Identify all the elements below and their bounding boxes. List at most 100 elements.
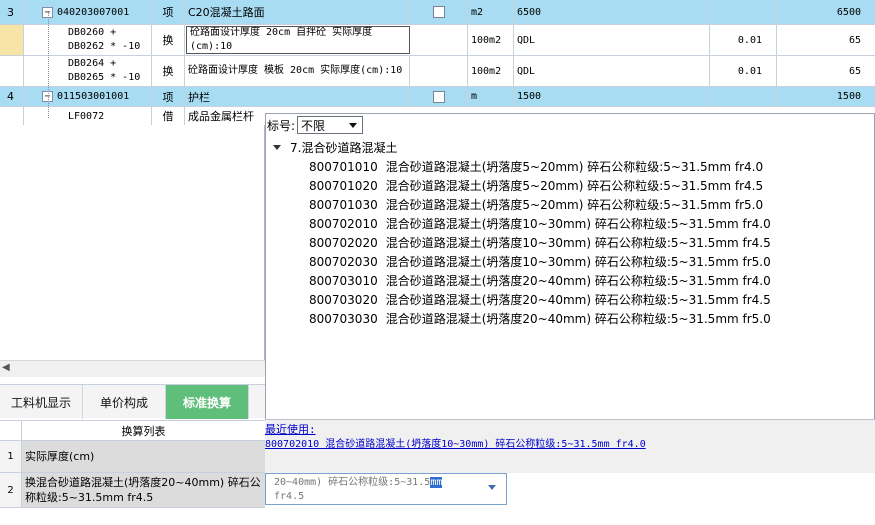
item-qty[interactable]: QDL <box>514 56 710 86</box>
item-name: 混合砂道路混凝土(坍落度10~30mm) 碎石公称粒级:5~31.5mm fr4… <box>385 236 771 250</box>
tab-material-display[interactable]: 工料机显示 <box>0 385 83 419</box>
item-desc[interactable]: 砼路面设计厚度 模板 20cm 实际厚度(cm):10 <box>185 56 410 86</box>
item-type: 借 <box>152 107 185 125</box>
tree-group[interactable]: 7.混合砂道路混凝土 <box>266 138 874 157</box>
item-name: 混合砂道路混凝土(坍落度5~20mm) 碎石公称粒级:5~31.5mm fr5.… <box>385 198 764 212</box>
tree-line <box>48 12 49 118</box>
item-amount: 1500 <box>836 91 861 102</box>
item-unit: 100m2 <box>468 56 514 86</box>
item-desc[interactable]: C20混凝土路面 <box>185 0 410 24</box>
chevron-down-icon[interactable] <box>488 485 496 490</box>
item-desc[interactable]: 砼路面设计厚度 20cm 自拌砼 实际厚度(cm):10 <box>186 26 410 54</box>
item-code: 800701010 <box>309 159 378 174</box>
item-name: 混合砂道路混凝土(坍落度5~20mm) 碎石公称粒级:5~31.5mm fr4.… <box>385 160 764 174</box>
edit-text-line2: fr4.5 <box>274 491 305 502</box>
item-rate[interactable]: 0.01 <box>710 56 777 86</box>
list-item[interactable]: 800701010 混合砂道路混凝土(坍落度5~20mm) 碎石公称粒级:5~31… <box>266 157 874 176</box>
table-row[interactable]: 2 换混合砂道路混凝土(坍落度20~40mm) 碎石公称粒级:5~31.5mm … <box>0 473 265 508</box>
item-qty[interactable]: 6500 <box>514 0 710 24</box>
table-row[interactable]: 1 实际厚度(cm) <box>0 441 265 473</box>
conversion-text: 实际厚度(cm) <box>22 441 265 472</box>
filter-bar: 标号: 不限 <box>266 114 874 136</box>
item-code: 800703020 <box>309 292 378 307</box>
item-code: 800703030 <box>309 311 378 326</box>
detail-pane <box>0 125 265 370</box>
item-amount: 65 <box>848 34 861 46</box>
dropdown-value: 不限 <box>301 118 326 133</box>
item-type: 换 <box>152 25 185 55</box>
table-corner <box>0 421 22 441</box>
conversion-header: 换算列表 <box>22 421 265 441</box>
item-name: 混合砂道路混凝土(坍落度10~30mm) 碎石公称粒级:5~31.5mm fr5… <box>385 255 771 269</box>
item-unit: m2 <box>468 0 514 24</box>
table-row[interactable]: 3 − 040203007001 项 C20混凝土路面 m2 6500 6500 <box>0 0 875 25</box>
row-number: 2 <box>0 473 22 507</box>
list-item[interactable]: 800701030 混合砂道路混凝土(坍落度5~20mm) 碎石公称粒级:5~31… <box>266 195 874 214</box>
item-code: 800702010 <box>309 216 378 231</box>
item-rate[interactable] <box>710 0 777 24</box>
item-code: 800702020 <box>309 235 378 250</box>
item-type: 项 <box>152 87 185 106</box>
item-qty[interactable]: QDL <box>514 25 710 55</box>
item-rate[interactable]: 0.01 <box>710 25 777 55</box>
edit-text: 20~40mm) 碎石公称粒级:5~31.5 <box>274 477 431 488</box>
tab-standard-conversion[interactable]: 标准换算 <box>166 385 249 419</box>
grade-dropdown[interactable]: 不限 <box>297 116 364 134</box>
item-name: 混合砂道路混凝土(坍落度10~30mm) 碎石公称粒级:5~31.5mm fr4… <box>385 217 771 231</box>
horizontal-scrollbar[interactable]: ◀ <box>0 360 265 377</box>
table-row[interactable]: DB0264 + DB0265 * -10 换 砼路面设计厚度 模板 20cm … <box>0 56 875 87</box>
filter-label: 标号: <box>267 118 296 133</box>
item-code: LF0072 <box>24 107 152 125</box>
recent-item-link[interactable]: 800702010 混合砂道路混凝土(坍落度10~30mm) 碎石公称粒级:5~… <box>265 435 646 450</box>
item-code: 800703010 <box>309 273 378 288</box>
item-type: 换 <box>152 56 185 86</box>
item-desc[interactable]: 护栏 <box>185 87 410 106</box>
item-qty[interactable]: 1500 <box>514 87 710 106</box>
row-number: 4 <box>0 87 24 106</box>
item-amount: 65 <box>848 65 861 77</box>
scroll-left-icon[interactable]: ◀ <box>2 362 10 373</box>
item-code: DB0260 + DB0262 * -10 <box>24 25 152 55</box>
item-name: 混合砂道路混凝土(坍落度20~40mm) 碎石公称粒级:5~31.5mm fr4… <box>385 274 771 288</box>
item-name: 混合砂道路混凝土(坍落度20~40mm) 碎石公称粒级:5~31.5mm fr4… <box>385 293 771 307</box>
item-name: 混合砂道路混凝土(坍落度5~20mm) 碎石公称粒级:5~31.5mm fr4.… <box>385 179 764 193</box>
item-code: 800701030 <box>309 197 378 212</box>
row-number: 3 <box>0 0 24 24</box>
list-item[interactable]: 800701020 混合砂道路混凝土(坍落度5~20mm) 碎石公称粒级:5~31… <box>266 176 874 195</box>
item-amount: 6500 <box>836 6 861 18</box>
item-rate[interactable] <box>710 87 777 106</box>
item-code: DB0264 + DB0265 * -10 <box>24 56 152 86</box>
item-type: 项 <box>152 0 185 24</box>
quota-grid: 3 − 040203007001 项 C20混凝土路面 m2 6500 6500… <box>0 0 875 125</box>
triangle-down-icon[interactable] <box>273 145 281 150</box>
tab-unit-price[interactable]: 单价构成 <box>83 385 166 419</box>
row-number <box>0 25 24 55</box>
item-unit: 100m2 <box>468 25 514 55</box>
list-item[interactable]: 800703030 混合砂道路混凝土(坍落度20~40mm) 碎石公称粒级:5~3… <box>266 309 874 328</box>
conversion-text: 换混合砂道路混凝土(坍落度20~40mm) 碎石公称粒级:5~31.5mm fr… <box>22 473 265 507</box>
table-row[interactable]: DB0260 + DB0262 * -10 换 砼路面设计厚度 20cm 自拌砼… <box>0 25 875 56</box>
conversion-edit-box[interactable]: 20~40mm) 碎石公称粒级:5~31.5mm fr4.5 <box>265 473 507 505</box>
list-item[interactable]: 800703010 混合砂道路混凝土(坍落度20~40mm) 碎石公称粒级:5~3… <box>266 271 874 290</box>
group-label: 7.混合砂道路混凝土 <box>290 141 398 155</box>
item-unit: m <box>468 87 514 106</box>
row-checkbox[interactable] <box>432 90 445 103</box>
recent-panel: 最近使用: 800702010 混合砂道路混凝土(坍落度10~30mm) 碎石公… <box>265 419 875 473</box>
bottom-tabs: 工料机显示 单价构成 标准换算 <box>0 384 265 419</box>
row-number: 1 <box>0 441 22 472</box>
blank-area <box>507 473 875 525</box>
list-item[interactable]: 800702030 混合砂道路混凝土(坍落度10~30mm) 碎石公称粒级:5~3… <box>266 252 874 271</box>
list-item[interactable]: 800702010 混合砂道路混凝土(坍落度10~30mm) 碎石公称粒级:5~3… <box>266 214 874 233</box>
item-desc[interactable]: 成品金属栏杆 <box>185 107 265 125</box>
chevron-down-icon <box>349 123 358 128</box>
edit-selection: mm <box>430 477 443 488</box>
list-item[interactable]: 800702020 混合砂道路混凝土(坍落度10~30mm) 碎石公称粒级:5~3… <box>266 233 874 252</box>
row-checkbox[interactable] <box>432 6 445 18</box>
table-row[interactable]: 4 − 011503001001 项 护栏 m 1500 1500 <box>0 87 875 107</box>
item-name: 混合砂道路混凝土(坍落度20~40mm) 碎石公称粒级:5~31.5mm fr5… <box>385 312 771 326</box>
item-code: 040203007001 <box>57 6 130 18</box>
row-number <box>0 56 24 86</box>
row-number <box>0 107 24 125</box>
list-item[interactable]: 800703020 混合砂道路混凝土(坍落度20~40mm) 碎石公称粒级:5~3… <box>266 290 874 309</box>
item-code: 800701020 <box>309 178 378 193</box>
